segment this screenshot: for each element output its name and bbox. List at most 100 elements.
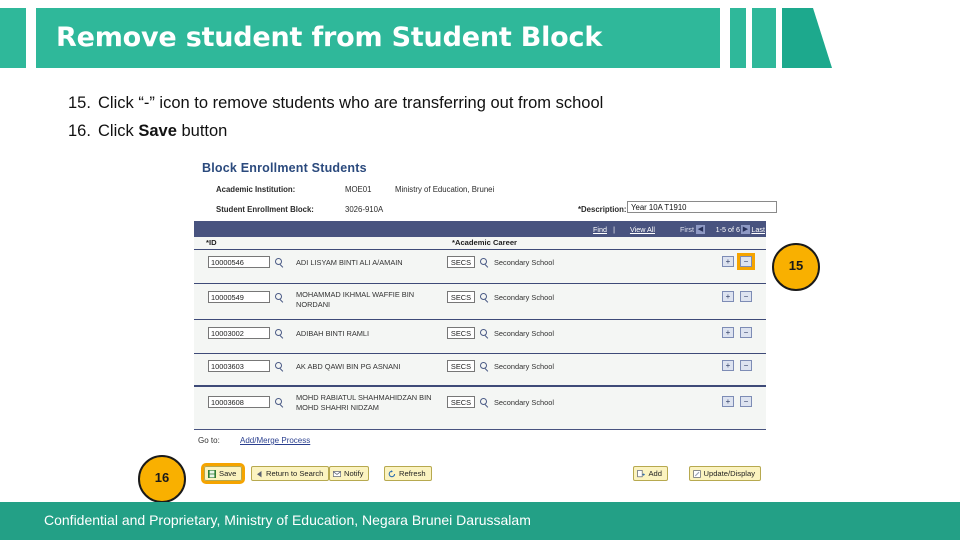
app-screenshot: Block Enrollment Students Academic Insti…: [190, 158, 777, 488]
column-header-id: *ID: [206, 238, 217, 247]
academic-career-input[interactable]: SECS: [447, 291, 475, 303]
academic-institution-label: Academic Institution:: [216, 185, 296, 194]
search-icon[interactable]: [480, 329, 489, 338]
table-row: 10003603 AK ABD QAWI BIN PG ASNANI SECS …: [194, 353, 766, 386]
instruction-list: 15. Click “-” icon to remove students wh…: [68, 94, 848, 150]
table-row: 10000549 MOHAMMAD IKHMAL WAFFIE BIN NORD…: [194, 283, 766, 320]
academic-career-input[interactable]: SECS: [447, 256, 475, 268]
search-icon[interactable]: [275, 398, 284, 407]
refresh-icon: [388, 470, 396, 478]
step-text: Click “-” icon to remove students who ar…: [98, 94, 604, 112]
student-id-input[interactable]: 10003603: [208, 360, 270, 372]
academic-career-description: Secondary School: [494, 362, 554, 371]
student-name: MOHAMMAD IKHMAL WAFFIE BIN NORDANI: [296, 290, 415, 309]
last-link[interactable]: Last: [751, 225, 765, 234]
student-name: ADI LISYAM BINTI ALI A/AMAIN: [296, 258, 403, 267]
grid-bar-separator: |: [613, 225, 615, 234]
table-row: 10003608 MOHD RABIATUL SHAHMAHIDZAN BIN …: [194, 385, 766, 431]
step-text-after: button: [176, 122, 228, 140]
student-id-input[interactable]: 10003608: [208, 396, 270, 408]
student-id-input[interactable]: 10000549: [208, 291, 270, 303]
add-merge-process-link[interactable]: Add/Merge Process: [240, 436, 310, 445]
header-accent-pip-2: [752, 8, 776, 68]
next-page-icon[interactable]: ▶: [741, 225, 750, 234]
add-button[interactable]: Add: [633, 466, 668, 481]
student-enrollment-block-code: 3026-910A: [345, 205, 384, 214]
academic-career-input[interactable]: SECS: [447, 360, 475, 372]
header-trapezoid-accent: [782, 8, 832, 68]
add-row-button[interactable]: +: [722, 291, 734, 302]
grid-column-headers: *ID *Academic Career: [194, 237, 766, 249]
student-id-input[interactable]: 10000546: [208, 256, 270, 268]
header-left-accent-block: [0, 8, 26, 68]
student-name: AK ABD QAWI BIN PG ASNANI: [296, 362, 401, 371]
refresh-button[interactable]: Refresh: [384, 466, 432, 481]
description-input[interactable]: Year 10A T1910: [627, 201, 777, 213]
add-page-icon: [637, 470, 646, 478]
find-link[interactable]: Find: [593, 225, 607, 234]
search-icon[interactable]: [480, 258, 489, 267]
update-display-icon: [692, 470, 701, 478]
search-icon[interactable]: [275, 329, 284, 338]
slide-header: Remove student from Student Block: [0, 8, 960, 68]
remove-row-button[interactable]: −: [737, 253, 755, 270]
return-to-search-button[interactable]: Return to Search: [251, 466, 330, 481]
search-icon[interactable]: [275, 293, 284, 302]
screenshot-page-title: Block Enrollment Students: [202, 161, 367, 175]
envelope-icon: [333, 471, 341, 477]
remove-row-button[interactable]: −: [740, 327, 752, 338]
header-accent-pip-1: [730, 8, 746, 68]
remove-row-button[interactable]: −: [740, 291, 752, 302]
academic-institution-name: Ministry of Education, Brunei: [395, 185, 495, 194]
academic-institution-code: MOE01: [345, 185, 372, 194]
step-number: 16.: [68, 122, 91, 140]
update-display-button[interactable]: Update/Display: [688, 466, 761, 481]
academic-career-description: Secondary School: [494, 329, 554, 338]
student-name: ADIBAH BINTI RAMLI: [296, 329, 370, 338]
column-header-academic-career: *Academic Career: [452, 238, 518, 247]
academic-career-input[interactable]: SECS: [447, 396, 475, 408]
academic-career-description: Secondary School: [494, 293, 554, 302]
update-display-label: Update/Display: [703, 469, 756, 478]
student-name: MOHD RABIATUL SHAHMAHIDZAN BIN MOHD SHAH…: [296, 393, 432, 412]
table-row: 10003002 ADIBAH BINTI RAMLI SECS Seconda…: [194, 319, 766, 354]
student-grid: *ID *Academic Career 10000546 ADI LISYAM…: [194, 237, 766, 430]
page-title: Remove student from Student Block: [56, 22, 603, 53]
remove-row-button[interactable]: −: [740, 396, 752, 407]
add-row-button[interactable]: +: [722, 360, 734, 371]
student-enrollment-block-label: Student Enrollment Block:: [216, 205, 314, 214]
table-row: 10000546 ADI LISYAM BINTI ALI A/AMAIN SE…: [194, 249, 766, 284]
step-text-bold: Save: [138, 122, 177, 140]
notify-button[interactable]: Notify: [329, 466, 370, 481]
refresh-button-label: Refresh: [399, 469, 426, 478]
remove-row-button[interactable]: −: [740, 360, 752, 371]
footer-text: Confidential and Proprietary, Ministry o…: [44, 512, 531, 528]
callout-badge-15: 15: [772, 243, 820, 291]
search-icon[interactable]: [480, 398, 489, 407]
student-id-input[interactable]: 10003002: [208, 327, 270, 339]
search-icon[interactable]: [480, 362, 489, 371]
first-label[interactable]: First: [680, 225, 694, 234]
callout-badge-16: 16: [138, 455, 186, 503]
academic-career-input[interactable]: SECS: [447, 327, 475, 339]
step-number: 15.: [68, 94, 91, 112]
previous-page-icon[interactable]: ◀: [696, 225, 705, 234]
instruction-step-16: 16. Click Save button: [68, 122, 848, 141]
search-icon[interactable]: [275, 258, 284, 267]
save-button[interactable]: Save: [200, 463, 246, 484]
return-to-search-label: Return to Search: [266, 469, 324, 478]
save-button-label: Save: [219, 469, 237, 478]
step-text-before: Click: [98, 122, 139, 140]
view-all-link[interactable]: View All: [630, 225, 655, 234]
add-row-button[interactable]: +: [722, 327, 734, 338]
goto-label: Go to:: [198, 436, 220, 445]
academic-career-description: Secondary School: [494, 258, 554, 267]
row-range-indicator: 1-5 of 6: [715, 225, 740, 234]
save-disk-icon: [208, 470, 216, 478]
add-button-label: Add: [648, 469, 662, 478]
add-row-button[interactable]: +: [722, 396, 734, 407]
instruction-step-15: 15. Click “-” icon to remove students wh…: [68, 94, 848, 113]
add-row-button[interactable]: +: [722, 256, 734, 267]
search-icon[interactable]: [480, 293, 489, 302]
search-icon[interactable]: [275, 362, 284, 371]
